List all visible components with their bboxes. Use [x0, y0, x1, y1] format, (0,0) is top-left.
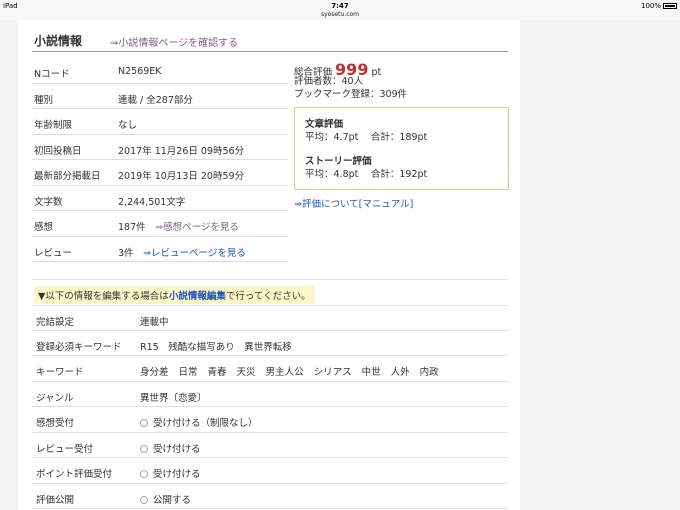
type-label: 種別 — [34, 94, 54, 106]
page-title: 小説情報 — [34, 34, 83, 48]
table-row: ポイント評価受付 受け付ける — [32, 458, 508, 484]
keyword-tag: 中世 — [361, 367, 381, 378]
impressions-link[interactable]: ⇒感想ページを見る — [155, 222, 239, 233]
review-count: 3件 — [118, 247, 134, 259]
impressions-accept-option[interactable]: 受け付ける（制限なし） — [140, 415, 258, 429]
table-row: 文字数 2,244,501文字 — [32, 186, 288, 211]
total-rating-unit: pt — [371, 67, 382, 78]
review-link[interactable]: ⇒レビューページを見る — [143, 248, 246, 259]
battery-icon — [663, 3, 677, 9]
point-accept-label: ポイント評価受付 — [36, 469, 113, 480]
edit-note: ▼以下の情報を編集する場合は小説情報編集で行ってください。 — [34, 286, 315, 304]
ncode-value: N2569EK — [118, 66, 162, 77]
table-row: 最新部分掲載日 2019年 10月13日 20時59分 — [32, 160, 288, 186]
address-bar[interactable]: syosetu.com — [0, 11, 680, 18]
radio-icon[interactable] — [140, 495, 148, 504]
table-row: 年齢制限 なし — [32, 109, 288, 135]
review-accept-label: レビュー受付 — [36, 443, 94, 455]
first-post-label: 初回投稿日 — [34, 145, 82, 157]
novel-info-panel: 小説情報 ⇒小説情報ページを確認する Nコード N2569EK 種別 連載 / 全2… — [18, 20, 520, 510]
impressions-count: 187件 — [118, 222, 146, 233]
table-row: レビュー 3件 ⇒レビューページを見る — [32, 237, 288, 262]
genre-label: ジャンル — [36, 392, 74, 404]
table-row: Nコード N2569EK — [32, 58, 288, 84]
right-margin — [520, 20, 680, 510]
info-table: Nコード N2569EK 種別 連載 / 全287部分 年齢制限 なし 初回投稿日 20… — [32, 58, 288, 262]
evaluation-box: 文章評価 平均：4.7pt 合計：189pt ストーリー評価 平均：4.8pt … — [294, 107, 509, 190]
bookmark-count: ブックマーク登録：309件 — [294, 89, 408, 100]
writing-eval-values: 平均：4.7pt 合計：189pt — [305, 132, 428, 143]
keyword-tag: 日常 — [178, 367, 198, 378]
impressions-accept-label: 感想受付 — [36, 418, 75, 429]
char-count-value: 2,244,501文字 — [118, 196, 186, 208]
review-accept-option[interactable]: 受け付ける — [140, 441, 201, 455]
table-row: 感想 187件 ⇒感想ページを見る — [32, 211, 288, 237]
age-value: なし — [118, 120, 138, 131]
ncode-label: Nコード — [34, 69, 70, 80]
review-value: 3件 ⇒レビューページを見る — [118, 245, 246, 259]
radio-icon[interactable] — [140, 419, 148, 427]
required-keywords-value: R15 残酷な描写あり 異世界転移 — [140, 341, 292, 353]
eval-manual-link[interactable]: ⇒評価について[マニュアル] — [294, 196, 413, 210]
first-post-value: 2017年 11月26日 09時56分 — [118, 145, 245, 157]
keyword-tag: 人外 — [390, 367, 410, 378]
settings-table: 完結設定 連載中 登録必須キーワード R15 残酷な描写あり 異世界転移 キーワード… — [32, 305, 508, 509]
edit-info-link[interactable]: 小説情報編集 — [169, 291, 226, 302]
latest-post-value: 2019年 10月13日 20時59分 — [118, 171, 245, 182]
story-eval-title: ストーリー評価 — [305, 156, 372, 167]
keyword-tag: 天災 — [236, 367, 256, 378]
type-value: 連載 / 全287部分 — [118, 94, 193, 106]
point-accept-value: 受け付ける — [153, 469, 201, 480]
story-eval-values: 平均：4.8pt 合計：192pt — [305, 169, 428, 180]
left-margin — [0, 20, 18, 510]
table-row: 感想受付 受け付ける（制限なし） — [32, 407, 508, 433]
impressions-accept-value: 受け付ける（制限なし） — [153, 418, 258, 429]
table-row: 完結設定 連載中 — [32, 305, 508, 331]
divider — [32, 279, 508, 280]
table-row: 評価公開 公開する — [32, 484, 508, 509]
keyword-tag: 身分差 — [140, 367, 169, 378]
keyword-tag: シリアス — [313, 367, 352, 378]
eval-public-label: 評価公開 — [36, 494, 75, 506]
keywords-list: 身分差 日常 青春 天災 男主人公 シリアス 中世 人外 内政 — [140, 364, 449, 378]
completion-value: 連載中 — [140, 317, 169, 328]
table-row: ジャンル 異世界〔恋愛〕 — [32, 382, 508, 407]
eval-public-value: 公開する — [153, 494, 192, 506]
char-count-label: 文字数 — [34, 196, 63, 208]
required-keywords-label: 登録必須キーワード — [36, 341, 122, 353]
keyword-tag: 青春 — [207, 367, 227, 378]
writing-eval-title: 文章評価 — [305, 119, 344, 130]
latest-post-label: 最新部分掲載日 — [34, 171, 101, 182]
radio-icon[interactable] — [140, 444, 148, 453]
battery-indicator: 100% — [641, 2, 677, 10]
rating-summary: 総合評価 999 pt 評価者数：40人 ブックマーク登録：309件 — [294, 60, 408, 100]
novel-info-link[interactable]: ⇒小説情報ページを確認する — [110, 34, 238, 49]
radio-icon[interactable] — [140, 470, 148, 478]
eval-public-option[interactable]: 公開する — [140, 492, 191, 506]
edit-note-suffix: で行ってください。 — [225, 291, 311, 302]
keyword-tag: 内政 — [419, 367, 439, 378]
impressions-label: 感想 — [34, 222, 54, 233]
edit-note-prefix: ▼以下の情報を編集する場合は — [38, 291, 169, 302]
total-rating: 総合評価 999 pt — [294, 60, 407, 79]
section-header: 小説情報 ⇒小説情報ページを確認する — [32, 30, 508, 52]
table-row: 種別 連載 / 全287部分 — [32, 84, 288, 109]
table-row: 登録必須キーワード R15 残酷な描写あり 異世界転移 — [32, 331, 508, 356]
status-bar: iPad 7:47 syosetu.com 100% — [0, 0, 680, 20]
review-accept-value: 受け付ける — [153, 443, 201, 455]
point-accept-option[interactable]: 受け付ける — [140, 466, 201, 480]
battery-percent: 100% — [640, 2, 661, 10]
genre-value: 異世界〔恋愛〕 — [140, 392, 207, 404]
keyword-tag: 男主人公 — [265, 367, 304, 378]
age-label: 年齢制限 — [34, 120, 73, 131]
review-label: レビュー — [34, 247, 73, 259]
table-row: キーワード 身分差 日常 青春 天災 男主人公 シリアス 中世 人外 内政 — [32, 356, 508, 382]
clock: 7:47 — [331, 2, 349, 10]
keywords-label: キーワード — [36, 367, 84, 378]
rater-count: 評価者数：40人 — [294, 76, 364, 87]
impressions-value: 187件 ⇒感想ページを見る — [118, 219, 239, 233]
table-row: レビュー受付 受け付ける — [32, 433, 508, 458]
table-row: 初回投稿日 2017年 11月26日 09時56分 — [32, 135, 288, 160]
completion-label: 完結設定 — [36, 317, 75, 328]
